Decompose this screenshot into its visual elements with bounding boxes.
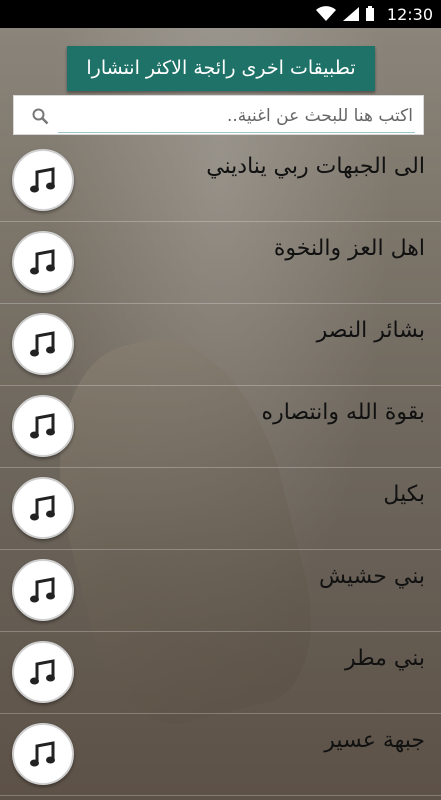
- song-item[interactable]: بقوة الله وانتصاره: [0, 386, 441, 468]
- search-icon[interactable]: [32, 108, 49, 125]
- wifi-icon: [315, 6, 336, 21]
- song-title: جبهة عسير: [324, 728, 425, 753]
- signal-icon: [342, 7, 359, 21]
- search-input[interactable]: [58, 100, 415, 133]
- song-title: اهل العز والنخوة: [273, 236, 425, 261]
- more-apps-button[interactable]: تطبيقات اخرى رائجة الاكثر انتشارا: [67, 46, 375, 91]
- music-note-icon: [12, 559, 74, 621]
- music-note-icon: [12, 641, 74, 703]
- song-item[interactable]: جبهة عسير: [0, 714, 441, 796]
- song-title: بكيل: [383, 482, 425, 507]
- song-item[interactable]: بني حشيش: [0, 550, 441, 632]
- song-list: الى الجبهات ربي يناديني اهل العز والنخوة…: [0, 140, 441, 796]
- song-item[interactable]: بشائر النصر: [0, 304, 441, 386]
- song-title: بشائر النصر: [316, 318, 425, 343]
- song-title: بني مطر: [344, 646, 425, 671]
- music-note-icon: [12, 723, 74, 785]
- song-item[interactable]: اهل العز والنخوة: [0, 222, 441, 304]
- song-title: بقوة الله وانتصاره: [261, 400, 425, 425]
- song-item[interactable]: بني مطر: [0, 632, 441, 714]
- song-item[interactable]: بكيل: [0, 468, 441, 550]
- status-bar: 12:30: [0, 0, 441, 28]
- song-title: الى الجبهات ربي يناديني: [206, 154, 425, 179]
- music-note-icon: [12, 477, 74, 539]
- music-note-icon: [12, 231, 74, 293]
- search-bar: [13, 95, 424, 135]
- status-time: 12:30: [386, 5, 433, 24]
- music-note-icon: [12, 149, 74, 211]
- music-note-icon: [12, 313, 74, 375]
- battery-icon: [366, 6, 374, 21]
- music-note-icon: [12, 395, 74, 457]
- status-icons: [315, 6, 375, 25]
- song-title: بني حشيش: [318, 564, 425, 589]
- song-item[interactable]: الى الجبهات ربي يناديني: [0, 140, 441, 222]
